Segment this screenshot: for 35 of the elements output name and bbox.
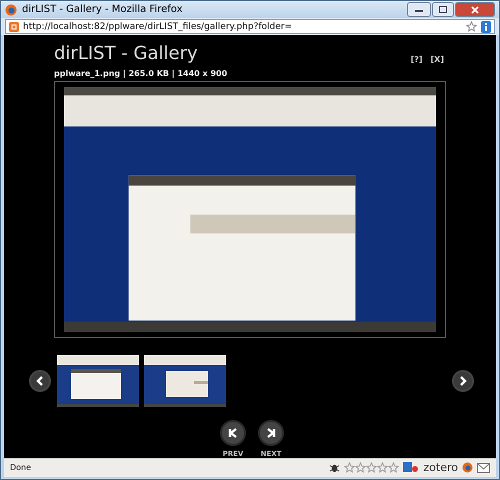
chevron-left-icon xyxy=(35,376,45,386)
close-icon xyxy=(471,6,479,14)
zotero-label[interactable]: zotero xyxy=(423,461,458,474)
rating-star-icon xyxy=(377,462,388,474)
close-button[interactable] xyxy=(455,2,495,18)
address-field[interactable]: http://localhost:82/pplware/dirLIST_files/gallery.php?folder= xyxy=(5,19,495,34)
skip-back-icon xyxy=(220,420,246,446)
star-rating[interactable] xyxy=(344,462,400,474)
minimize-button[interactable] xyxy=(407,2,431,18)
info-icon[interactable] xyxy=(481,20,491,33)
gallery-title: dirLIST - Gallery xyxy=(54,42,198,64)
browser-logo-icon[interactable] xyxy=(462,462,473,474)
rating-star-icon xyxy=(366,462,378,474)
star-icon[interactable] xyxy=(466,21,477,32)
status-text: Done xyxy=(10,463,32,472)
help-link[interactable]: [?] xyxy=(410,54,423,64)
window-title: dirLIST - Gallery - Mozilla Firefox xyxy=(22,4,184,16)
chevron-right-icon xyxy=(458,376,468,386)
skip-forward-icon xyxy=(258,420,284,446)
mail-icon[interactable] xyxy=(477,462,490,473)
rating-star-icon xyxy=(388,462,400,474)
extension-icon[interactable] xyxy=(403,462,420,474)
maximize-button[interactable] xyxy=(432,2,454,18)
browser-logo-icon xyxy=(5,4,17,16)
previous-image-button[interactable] xyxy=(29,370,51,392)
file-info: pplware_1.png | 265.0 KB | 1440 x 900 xyxy=(53,68,228,80)
bug-icon[interactable] xyxy=(329,462,340,474)
thumbnail[interactable] xyxy=(144,354,226,407)
thumbnail[interactable] xyxy=(57,354,139,407)
rating-star-icon xyxy=(355,462,366,474)
rating-star-icon xyxy=(344,462,356,474)
maximize-icon xyxy=(439,6,447,14)
site-icon xyxy=(9,22,19,32)
close-link[interactable]: [X] xyxy=(430,54,444,64)
next-image-button[interactable] xyxy=(452,370,474,392)
